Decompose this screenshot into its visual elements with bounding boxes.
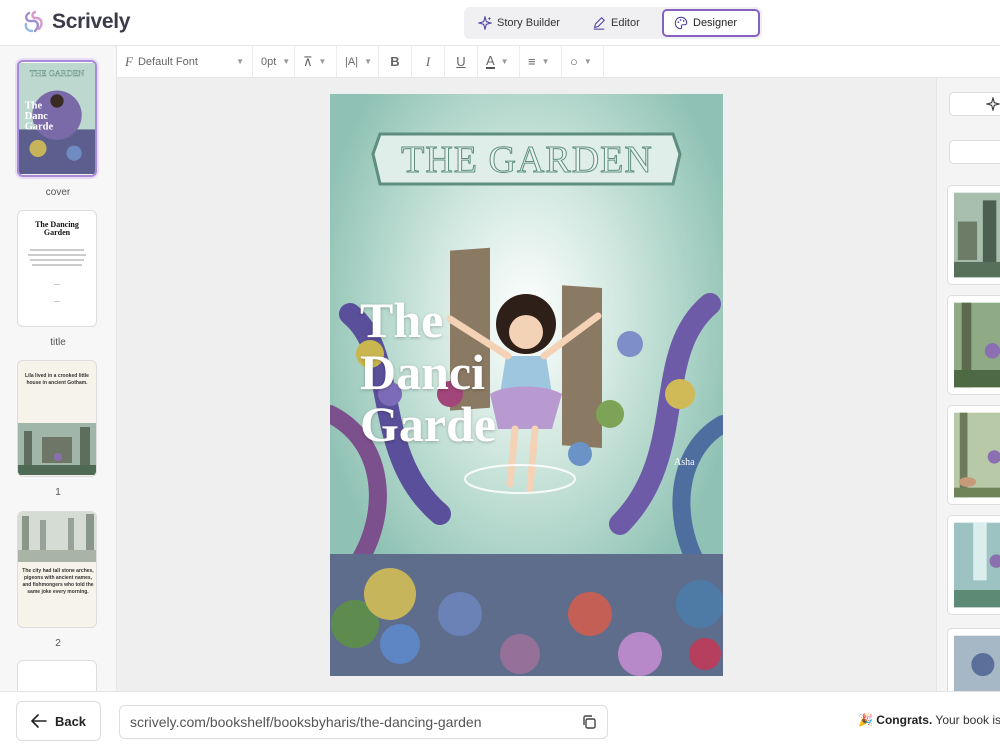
text-format-toolbar: F Default Font ▼ 0pt ▼ ⊼ ▼ |A| ▼ B I U A… (117, 45, 1000, 78)
mushroom-forest-thumbnail (954, 412, 1000, 498)
image-option-2[interactable] (947, 295, 1000, 395)
palette-icon (674, 16, 688, 30)
underline-button[interactable]: U (445, 45, 478, 78)
title-page-heading: The Dancing Garden (35, 220, 79, 237)
font-size-value: 0pt (261, 55, 277, 68)
letter-spacing-icon: |A| (345, 55, 359, 68)
chevron-down-icon: ▼ (583, 57, 592, 66)
circle-icon: ○ (570, 54, 578, 69)
font-size-select[interactable]: 0pt ▼ (253, 45, 295, 78)
generate-image-button[interactable] (949, 92, 1000, 116)
line-height-select[interactable]: ⊼ ▼ (295, 45, 337, 78)
image-option-4[interactable] (947, 515, 1000, 615)
page-thumb-cover[interactable]: THE GARDEN The Danc Garde (17, 60, 97, 177)
font-family-select[interactable]: F Default Font ▼ (117, 45, 253, 78)
page1-text: Lila lived in a crooked little house in … (25, 373, 89, 386)
chevron-down-icon: ▼ (541, 57, 550, 66)
text-color-select[interactable]: A ▼ (478, 45, 520, 78)
congrats-message: 🎉 Congrats. Your book is (858, 713, 1000, 727)
underline-icon: U (456, 54, 466, 69)
text-align-select[interactable]: ≡ ▼ (520, 45, 562, 78)
cover-banner-text: THE GARDEN (401, 139, 653, 182)
cover-thumbnail-image: THE GARDEN The Danc Garde (19, 62, 95, 175)
back-button[interactable]: Back (16, 701, 101, 741)
image-option-1[interactable] (947, 185, 1000, 285)
app-name: Scrively (52, 10, 131, 33)
bold-button[interactable]: B (379, 45, 412, 78)
letter-spacing-select[interactable]: |A| ▼ (337, 45, 379, 78)
italic-button[interactable]: I (412, 45, 445, 78)
chevron-down-icon: ▼ (282, 57, 291, 66)
back-label: Back (54, 713, 87, 729)
designer-tab[interactable]: Designer (662, 9, 760, 37)
cover-page[interactable]: THE GARDEN The Danci Garde Asha (330, 94, 723, 676)
page2-illustration (18, 512, 96, 562)
font-icon: F (125, 53, 133, 69)
congrats-text: Your book is (932, 713, 1000, 727)
scrively-logo-icon (24, 10, 43, 33)
svg-text:The: The (25, 101, 43, 112)
congrats-bold: Congrats. (876, 713, 933, 727)
cover-author-text[interactable]: Asha (674, 457, 695, 468)
story-builder-label: Story Builder (497, 17, 560, 29)
line-height-icon: ⊼ (303, 53, 313, 69)
pen-icon (593, 17, 605, 30)
shape-select[interactable]: ○ ▼ (562, 45, 604, 78)
svg-text:Garde: Garde (25, 121, 54, 132)
cover-title-line-1: The (360, 292, 444, 348)
image-search-input[interactable] (949, 140, 1000, 164)
page-thumbnails-sidebar[interactable]: THE GARDEN The Danc Garde cover The Danc… (0, 46, 117, 691)
mode-switch: Story Builder Editor Designer (464, 7, 762, 39)
page2-text: The city had tall stone arches, pigeons … (22, 568, 94, 595)
page-label-1: 1 (55, 487, 61, 498)
page-thumb-1[interactable]: Lila lived in a crooked little house in … (17, 360, 97, 477)
chevron-down-icon: ▼ (236, 57, 244, 66)
cover-title-line-2: Danci (360, 344, 485, 400)
page-thumb-3[interactable] (17, 660, 97, 691)
sparkle-icon (986, 97, 1000, 111)
waterfall-fox-thumbnail (954, 522, 1000, 608)
arrow-left-icon (31, 714, 47, 728)
cover-title-line-3: Garde (360, 396, 497, 452)
align-left-icon: ≡ (528, 54, 536, 69)
image-option-5[interactable] (947, 628, 1000, 691)
chevron-down-icon: ▼ (364, 57, 372, 66)
page1-illustration (18, 423, 96, 475)
editor-label: Editor (611, 17, 640, 29)
svg-text:Danc: Danc (25, 111, 49, 122)
garden-thumbnail (954, 635, 1000, 691)
design-canvas[interactable]: THE GARDEN The Danci Garde Asha (117, 78, 936, 691)
app-window: Scrively Story Builder Editor Designer T… (0, 0, 1000, 750)
party-icon: 🎉 (858, 713, 873, 727)
share-url-text: scrively.com/bookshelf/booksbyharis/the-… (130, 714, 482, 730)
forest-house-thumbnail (954, 192, 1000, 278)
chevron-down-icon: ▼ (500, 57, 509, 66)
page-thumb-2[interactable]: The city had tall stone arches, pigeons … (17, 511, 97, 628)
share-url-field[interactable]: scrively.com/bookshelf/booksbyharis/the-… (119, 705, 608, 739)
svg-text:THE GARDEN: THE GARDEN (30, 68, 84, 78)
sparkle-icon (478, 16, 492, 30)
top-header: Scrively Story Builder Editor Designer (0, 0, 1000, 46)
font-family-value: Default Font (137, 55, 198, 68)
text-color-icon: A (486, 52, 495, 69)
copy-icon[interactable] (581, 714, 597, 730)
forest-girl-thumbnail (954, 302, 1000, 388)
bold-icon: B (390, 54, 400, 69)
page-thumb-title[interactable]: The Dancing Garden (17, 210, 97, 327)
page-label-cover: cover (45, 187, 71, 198)
editor-tab[interactable]: Editor (582, 9, 658, 37)
story-builder-tab[interactable]: Story Builder (468, 9, 578, 37)
image-panel[interactable] (936, 78, 1000, 691)
chevron-down-icon: ▼ (318, 57, 327, 66)
app-logo[interactable]: Scrively (22, 10, 130, 34)
page-label-2: 2 (55, 638, 61, 649)
page-label-title: title (50, 337, 66, 348)
bottom-bar: Back scrively.com/bookshelf/booksbyharis… (0, 691, 1000, 750)
italic-icon: I (425, 53, 431, 69)
cover-title-text[interactable]: The Danci Garde (360, 294, 496, 450)
image-option-3[interactable] (947, 405, 1000, 505)
designer-label: Designer (693, 17, 738, 29)
